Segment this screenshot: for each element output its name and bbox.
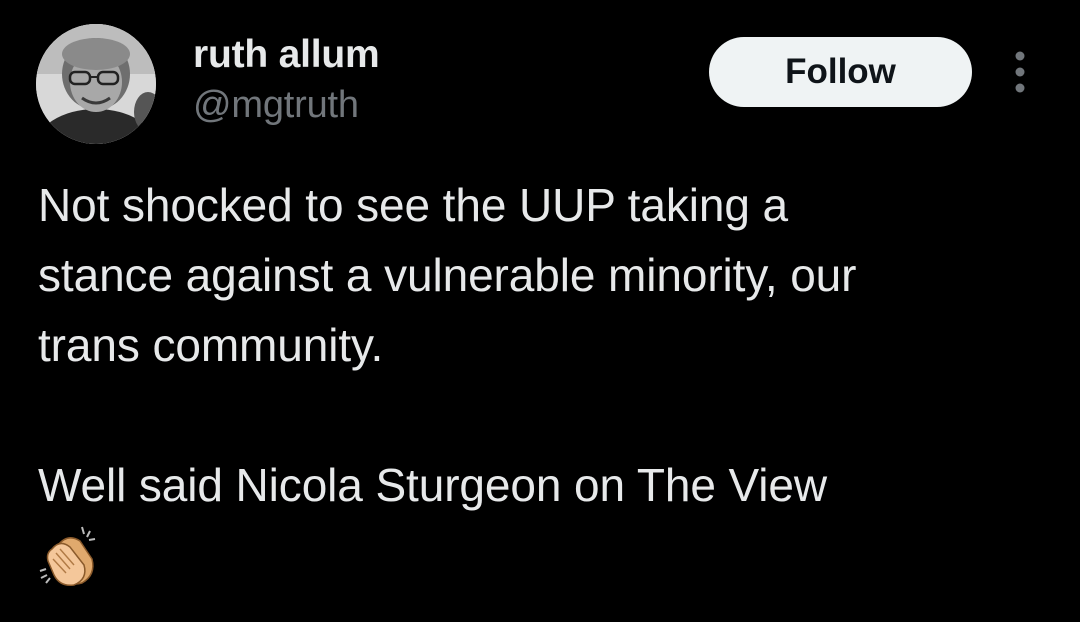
author-display-name[interactable]: ruth allum	[193, 32, 380, 78]
avatar[interactable]	[36, 24, 156, 144]
tweet-text: Not shocked to see the UUP taking a stan…	[38, 179, 857, 511]
more-options-button[interactable]	[1002, 47, 1038, 97]
more-vertical-icon	[1015, 51, 1025, 93]
follow-button[interactable]: Follow	[709, 37, 972, 107]
author-handle[interactable]: @mgtruth	[193, 82, 380, 128]
author-info[interactable]: ruth allum @mgtruth	[193, 32, 380, 128]
clapping-hands-icon	[38, 525, 102, 589]
